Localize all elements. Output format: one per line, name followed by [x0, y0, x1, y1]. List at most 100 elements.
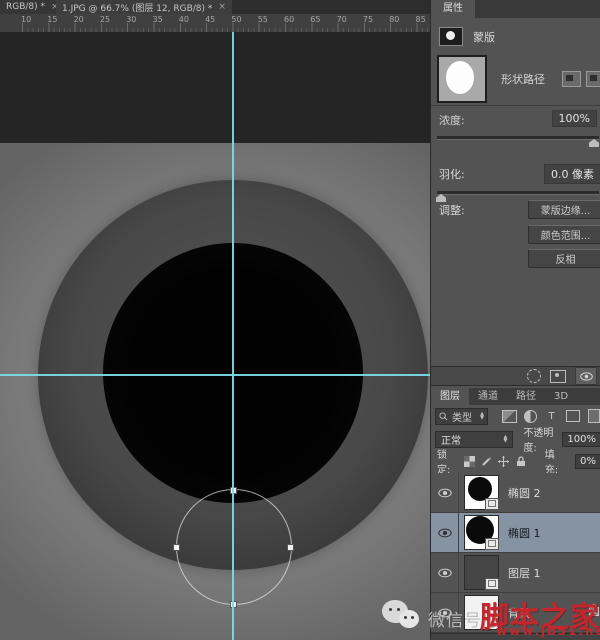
spinner-arrows-icon[interactable]: ▲▼ [480, 412, 484, 420]
eye-icon [438, 528, 452, 538]
ruler-label: 80 [389, 15, 399, 24]
layer-thumbnail[interactable] [465, 476, 498, 509]
tab-3d[interactable]: 3D [545, 388, 577, 405]
close-tab-icon[interactable]: × [218, 2, 226, 12]
fill-value[interactable]: 0% [575, 454, 600, 469]
lock-paint-icon[interactable] [481, 455, 492, 467]
layers-panel-tabs: 图层 通道 路径 3D [431, 388, 600, 405]
layer-name: 图层 1 [508, 565, 541, 581]
color-range-button[interactable]: 颜色范围... [528, 225, 600, 244]
photoshop-window: RGB/8) * × 1.JPG @ 66.7% (图层 12, RGB/8) … [0, 0, 600, 640]
search-icon [439, 412, 448, 421]
adjust-label: 调整: [439, 202, 465, 218]
mask-label: 蒙版 [473, 29, 495, 45]
visibility-well[interactable] [431, 473, 459, 512]
mask-edge-button[interactable]: 蒙版边缘... [528, 200, 600, 219]
document-tab[interactable]: 1.JPG @ 66.7% (图层 12, RGB/8) * × [56, 0, 232, 14]
ruler[interactable]: 10152025303540455055606570758085 [0, 14, 430, 33]
lock-transparency-icon[interactable] [464, 456, 475, 467]
layer-row-ellipse2[interactable]: 椭圆 2 [431, 473, 600, 513]
shape-path-thumbnail[interactable] [437, 55, 487, 103]
layer-row-ellipse1[interactable]: 椭圆 1 [431, 513, 600, 553]
ruler-label: 60 [284, 15, 294, 24]
filter-type-label: 类型 [452, 409, 472, 424]
fill-label: 填充: [545, 446, 565, 476]
filter-pixel-layers-icon[interactable] [502, 410, 517, 423]
vector-mask-badge-icon [485, 498, 499, 510]
apply-mask-icon[interactable] [550, 370, 566, 383]
vertical-guide[interactable] [232, 32, 234, 640]
layer-filter-row: 类型 ▲▼ T [431, 405, 600, 427]
path-anchor-right[interactable] [287, 544, 294, 551]
ruler-label: 85 [416, 15, 426, 24]
layer-thumbnail[interactable] [465, 556, 498, 589]
load-selection-icon[interactable] [527, 369, 541, 383]
spinner-arrows-icon: ▲▼ [503, 435, 507, 443]
mask-thumbnail-icon[interactable] [439, 27, 463, 46]
blend-mode-dropdown[interactable]: 正常 ▲▼ [435, 431, 513, 448]
ruler-label: 70 [337, 15, 347, 24]
ruler-label: 25 [100, 15, 110, 24]
ruler-label: 65 [310, 15, 320, 24]
density-value[interactable]: 100% [552, 110, 597, 127]
horizontal-guide[interactable] [0, 374, 430, 376]
canvas[interactable] [0, 32, 430, 640]
tab-layers[interactable]: 图层 [431, 388, 469, 405]
pixel-mask-icon[interactable] [562, 71, 581, 87]
ruler-label: 15 [47, 15, 57, 24]
ruler-label: 20 [74, 15, 84, 24]
opacity-value[interactable]: 100% [562, 432, 600, 447]
document-tab-partial-label: RGB/8) * [6, 2, 45, 12]
ruler-label: 55 [258, 15, 268, 24]
mask-visibility-toggle[interactable] [575, 367, 597, 385]
tab-paths[interactable]: 路径 [507, 388, 545, 405]
vector-mask-icon[interactable] [586, 71, 600, 87]
visibility-well[interactable] [431, 513, 459, 552]
layer-name: 椭圆 2 [508, 485, 541, 501]
mask-row: 蒙版 [439, 27, 495, 46]
eye-icon [438, 488, 452, 498]
feather-slider-thumb[interactable] [436, 194, 446, 202]
feather-slider-track[interactable] [437, 191, 599, 195]
photo-dark-background [0, 32, 430, 144]
wechat-icon [382, 600, 426, 634]
ruler-label: 10 [21, 15, 31, 24]
watermark: 微信号 脚本之家 www.jb51.net [378, 594, 600, 640]
filter-type-dropdown[interactable]: 类型 ▲▼ [435, 408, 488, 425]
lock-all-icon[interactable] [515, 455, 526, 467]
visibility-well[interactable] [431, 553, 459, 592]
filter-smart-objects-icon[interactable] [588, 409, 600, 423]
ruler-label: 50 [231, 15, 241, 24]
ruler-label: 45 [205, 15, 215, 24]
feather-label: 羽化: [439, 166, 465, 182]
filter-shape-layers-icon[interactable] [566, 410, 580, 422]
density-slider-thumb[interactable] [589, 139, 599, 147]
feather-value[interactable]: 0.0 像素 [544, 164, 600, 184]
watermark-url: www.jb51.net [496, 624, 600, 638]
tab-channels[interactable]: 通道 [469, 388, 507, 405]
filter-type-layers-icon[interactable]: T [544, 410, 559, 423]
ellipse-path-outline[interactable] [176, 489, 292, 605]
invert-button[interactable]: 反相 [528, 249, 600, 268]
properties-header: 属性 [431, 0, 600, 18]
vector-mask-badge-icon [485, 538, 499, 550]
shape-path-label: 形状路径 [501, 71, 545, 87]
filter-adjustment-layers-icon[interactable] [524, 410, 537, 423]
divider [431, 105, 600, 107]
shape-path-row: 形状路径 [437, 55, 600, 103]
layer-row-layer1[interactable]: 图层 1 [431, 553, 600, 593]
document-tab-label: 1.JPG @ 66.7% (图层 12, RGB/8) * [62, 1, 212, 14]
properties-bottom-bar [431, 366, 600, 386]
tab-properties[interactable]: 属性 [431, 0, 475, 18]
watermark-prefix: 微信号 [428, 606, 482, 631]
right-panel: 属性 蒙版 形状路径 浓度: 100% 羽化: 0.0 像素 调整: 蒙版 [430, 0, 600, 640]
lock-position-icon[interactable] [498, 455, 509, 467]
path-anchor-left[interactable] [173, 544, 180, 551]
eye-icon [580, 372, 593, 381]
layer-thumbnail[interactable] [465, 516, 498, 549]
document-tab-partial[interactable]: RGB/8) * × [0, 0, 64, 14]
density-slider-track[interactable] [437, 136, 599, 140]
ruler-label: 30 [126, 15, 136, 24]
layer-style-badge-icon [485, 578, 499, 590]
ruler-label: 35 [153, 15, 163, 24]
